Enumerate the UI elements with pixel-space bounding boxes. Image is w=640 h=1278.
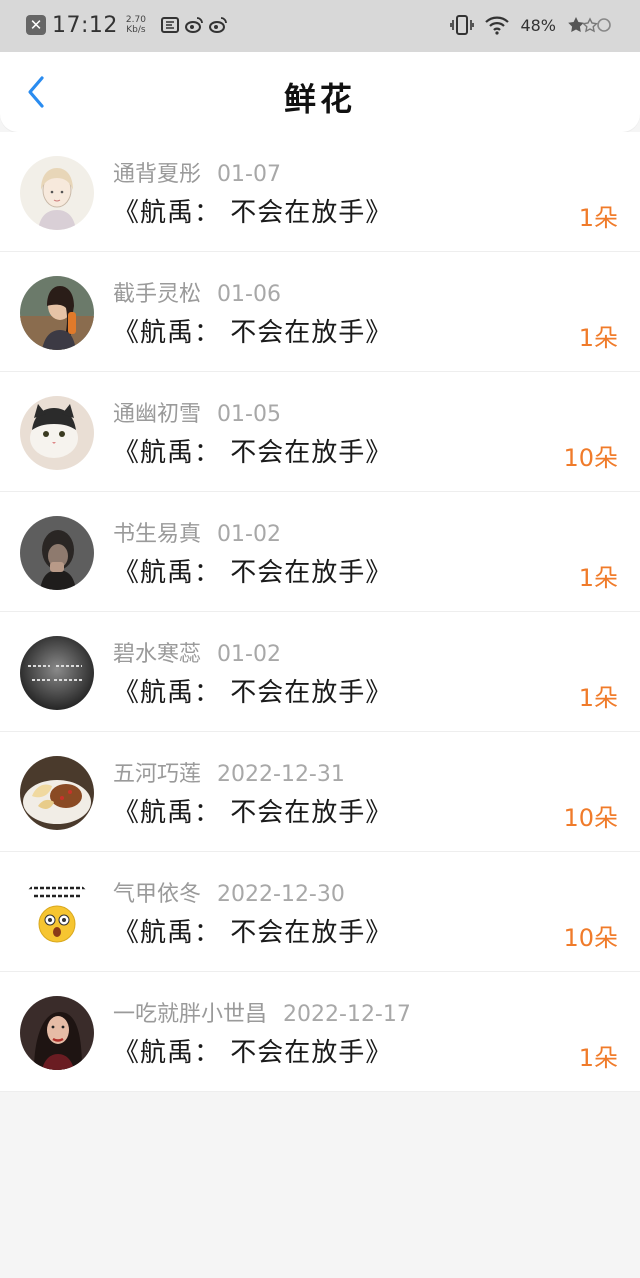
avatar-food-icon [20, 756, 94, 830]
flower-count: 10朵 [563, 804, 618, 832]
list-item[interactable]: 一吃就胖小世昌 2022-12-17 《航禹： 不会在放手》 1朵 [0, 972, 640, 1092]
avatar[interactable] [20, 276, 94, 350]
weibo-icon-2 [208, 17, 227, 33]
avatar[interactable] [20, 756, 94, 830]
avatar[interactable] [20, 156, 94, 230]
gift-title: 《航禹： 不会在放手》 [113, 798, 393, 828]
status-app-icons [160, 15, 228, 35]
avatar-woman-selfie-icon [20, 276, 94, 350]
vibrate-icon [450, 15, 475, 35]
list-item[interactable]: 书生易真 01-02 《航禹： 不会在放手》 1朵 [0, 492, 640, 612]
record-meta: 碧水寒蕊 01-02 [113, 636, 281, 668]
sender-name: 碧水寒蕊 [113, 642, 202, 667]
avatar-text-dark-icon [20, 636, 94, 710]
avatar[interactable] [20, 876, 94, 950]
avatar[interactable] [20, 636, 94, 710]
sender-name: 书生易真 [113, 522, 202, 547]
record-meta: 通背夏彤 01-07 [113, 156, 281, 188]
avatar-cat-icon [20, 396, 94, 470]
record-meta: 气甲依冬 2022-12-30 [113, 876, 345, 908]
gift-title: 《航禹： 不会在放手》 [113, 678, 393, 708]
sender-name: 通背夏彤 [113, 162, 202, 187]
notification-close-icon: ✕ [26, 15, 46, 35]
sender-name: 一吃就胖小世昌 [113, 1002, 268, 1027]
gift-title: 《航禹： 不会在放手》 [113, 1038, 393, 1068]
list-item[interactable]: 五河巧莲 2022-12-31 《航禹： 不会在放手》 10朵 [0, 732, 640, 852]
sender-name: 通幽初雪 [113, 402, 202, 427]
record-date: 01-02 [217, 642, 281, 667]
status-time: 17:12 [52, 12, 118, 38]
avatar[interactable] [20, 396, 94, 470]
status-bar: ✕ 17:12 2.70 Kb/s 48% [0, 0, 640, 52]
list-item[interactable]: 碧水寒蕊 01-02 《航禹： 不会在放手》 1朵 [0, 612, 640, 732]
network-speed-value: 2.70 [125, 15, 146, 25]
record-date: 2022-12-31 [217, 762, 345, 787]
record-date: 01-05 [217, 402, 281, 427]
sender-name: 气甲依冬 [113, 882, 202, 907]
record-meta: 五河巧莲 2022-12-31 [113, 756, 345, 788]
flower-count: 1朵 [578, 564, 618, 592]
flower-count: 1朵 [578, 324, 618, 352]
battery-icon [568, 17, 611, 33]
flower-count: 1朵 [578, 1044, 618, 1072]
flower-count: 1朵 [578, 204, 618, 232]
sender-name: 五河巧莲 [113, 762, 202, 787]
weibo-icon [184, 17, 203, 33]
gift-title: 《航禹： 不会在放手》 [113, 558, 393, 588]
list-item[interactable]: 截手灵松 01-06 《航禹： 不会在放手》 1朵 [0, 252, 640, 372]
gift-record-list: 通背夏彤 01-07 《航禹： 不会在放手》 1朵 截手灵松 01-06 《航禹： … [0, 132, 640, 1092]
flower-count: 10朵 [563, 444, 618, 472]
sender-name: 截手灵松 [113, 282, 202, 307]
avatar-woman-portrait-icon [20, 996, 94, 1070]
record-date: 01-02 [217, 522, 281, 547]
nav-header: 鲜花 [0, 52, 640, 132]
list-item[interactable]: 气甲依冬 2022-12-30 《航禹： 不会在放手》 10朵 [0, 852, 640, 972]
gift-title: 《航禹： 不会在放手》 [113, 918, 393, 948]
flower-count: 1朵 [578, 684, 618, 712]
record-date: 01-07 [217, 162, 281, 187]
avatar-dark-portrait-icon [20, 516, 94, 590]
record-meta: 截手灵松 01-06 [113, 276, 281, 308]
avatar-girl-drawing-icon [20, 156, 94, 230]
status-left: ✕ 17:12 2.70 Kb/s [26, 11, 228, 39]
network-speed-unit: Kb/s [126, 25, 146, 35]
status-right: 48% [450, 12, 612, 38]
app-notification-icon [160, 17, 179, 33]
battery-percent: 48% [520, 15, 556, 35]
record-date: 01-06 [217, 282, 281, 307]
record-date: 2022-12-17 [283, 1002, 411, 1027]
avatar-emoji-icon [20, 876, 94, 950]
network-speed: 2.70 Kb/s [126, 15, 146, 35]
record-date: 2022-12-30 [217, 882, 345, 907]
gift-title: 《航禹： 不会在放手》 [113, 198, 393, 228]
wifi-icon [485, 16, 510, 35]
list-item[interactable]: 通背夏彤 01-07 《航禹： 不会在放手》 1朵 [0, 132, 640, 252]
record-meta: 通幽初雪 01-05 [113, 396, 281, 428]
page-title: 鲜花 [283, 80, 356, 118]
avatar[interactable] [20, 516, 94, 590]
flower-count: 10朵 [563, 924, 618, 952]
record-meta: 书生易真 01-02 [113, 516, 281, 548]
gift-title: 《航禹： 不会在放手》 [113, 438, 393, 468]
avatar[interactable] [20, 996, 94, 1070]
gift-title: 《航禹： 不会在放手》 [113, 318, 393, 348]
record-meta: 一吃就胖小世昌 2022-12-17 [113, 996, 411, 1028]
list-item[interactable]: 通幽初雪 01-05 《航禹： 不会在放手》 10朵 [0, 372, 640, 492]
